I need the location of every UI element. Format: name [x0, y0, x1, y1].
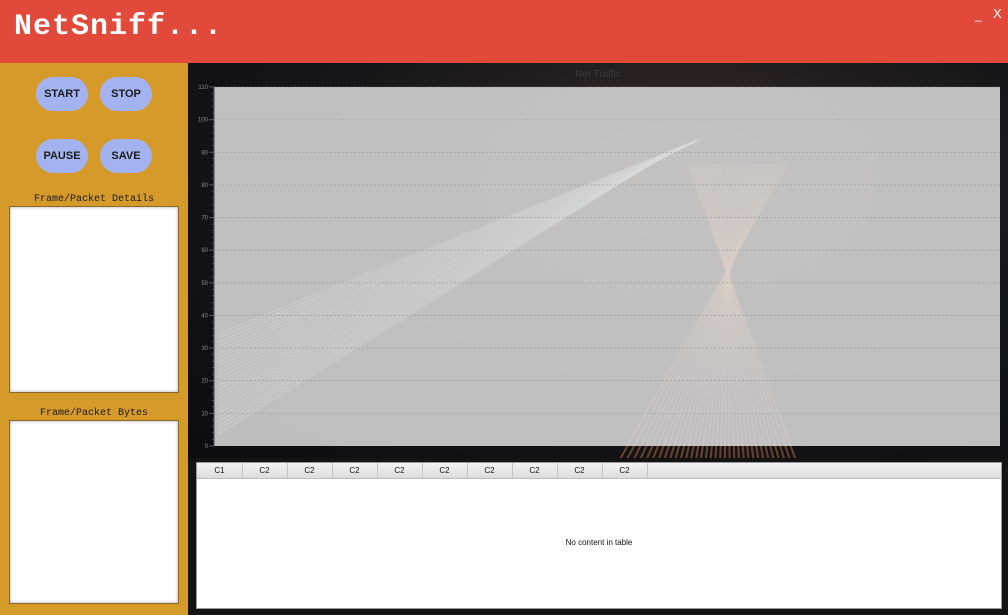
y-tick-label: 110: [198, 85, 208, 91]
table-column-header[interactable]: C2: [287, 463, 333, 478]
minimize-button[interactable]: _: [975, 8, 982, 22]
packet-details-panel[interactable]: [9, 206, 179, 393]
start-button[interactable]: START: [36, 77, 88, 111]
title-bar: NetSniff... _ X: [0, 0, 1008, 63]
close-button[interactable]: X: [993, 6, 1002, 21]
y-tick-label: 0: [205, 444, 209, 450]
packet-bytes-label: Frame/Packet Bytes: [39, 408, 149, 419]
y-tick-label: 30: [201, 346, 208, 352]
packet-table[interactable]: C1 C2 C2 C2 C2 C2 C2 C2 C2 C2 No content in table: [196, 462, 1002, 609]
y-tick-label: 90: [201, 150, 208, 156]
chart-axes: 0 10 20 30 40 50 60 70 80 90 100 110: [198, 85, 1000, 450]
y-tick-label: 80: [201, 183, 208, 189]
empty-table-message: No content in table: [565, 538, 633, 547]
y-tick-label: 60: [201, 248, 208, 254]
table-column-header[interactable]: C2: [377, 463, 423, 478]
traffic-chart: Net Traffic 0 10 20 30 40 50 60 70 80 90 100 110: [188, 63, 1008, 458]
y-tick-label: 100: [198, 118, 209, 124]
packet-details-label: Frame/Packet Details: [33, 194, 155, 205]
y-tick-label: 40: [201, 313, 208, 319]
pause-button[interactable]: PAUSE: [36, 139, 88, 173]
table-column-header[interactable]: C2: [422, 463, 468, 478]
table-column-header[interactable]: C1: [197, 463, 243, 478]
app-title: NetSniff...: [14, 10, 224, 44]
y-tick-label: 50: [201, 281, 208, 287]
table-column-header[interactable]: C2: [602, 463, 648, 478]
table-column-header[interactable]: C2: [242, 463, 288, 478]
stop-button[interactable]: STOP: [100, 77, 152, 111]
table-column-header[interactable]: C2: [512, 463, 558, 478]
table-header: C1 C2 C2 C2 C2 C2 C2 C2 C2 C2: [197, 463, 1001, 479]
control-sidebar: START STOP PAUSE SAVE Frame/Packet Detai…: [0, 63, 188, 615]
table-column-header[interactable]: C2: [467, 463, 513, 478]
table-column-header[interactable]: C2: [332, 463, 378, 478]
packet-bytes-panel[interactable]: [9, 420, 179, 604]
main-area: Net Traffic 0 10 20 30 40 50 60 70 80 90 100 110 C1…: [188, 63, 1008, 615]
save-button[interactable]: SAVE: [100, 139, 152, 173]
table-column-header[interactable]: C2: [557, 463, 603, 478]
y-tick-label: 70: [201, 216, 208, 222]
y-tick-label: 10: [201, 411, 208, 417]
y-tick-label: 20: [201, 379, 208, 385]
